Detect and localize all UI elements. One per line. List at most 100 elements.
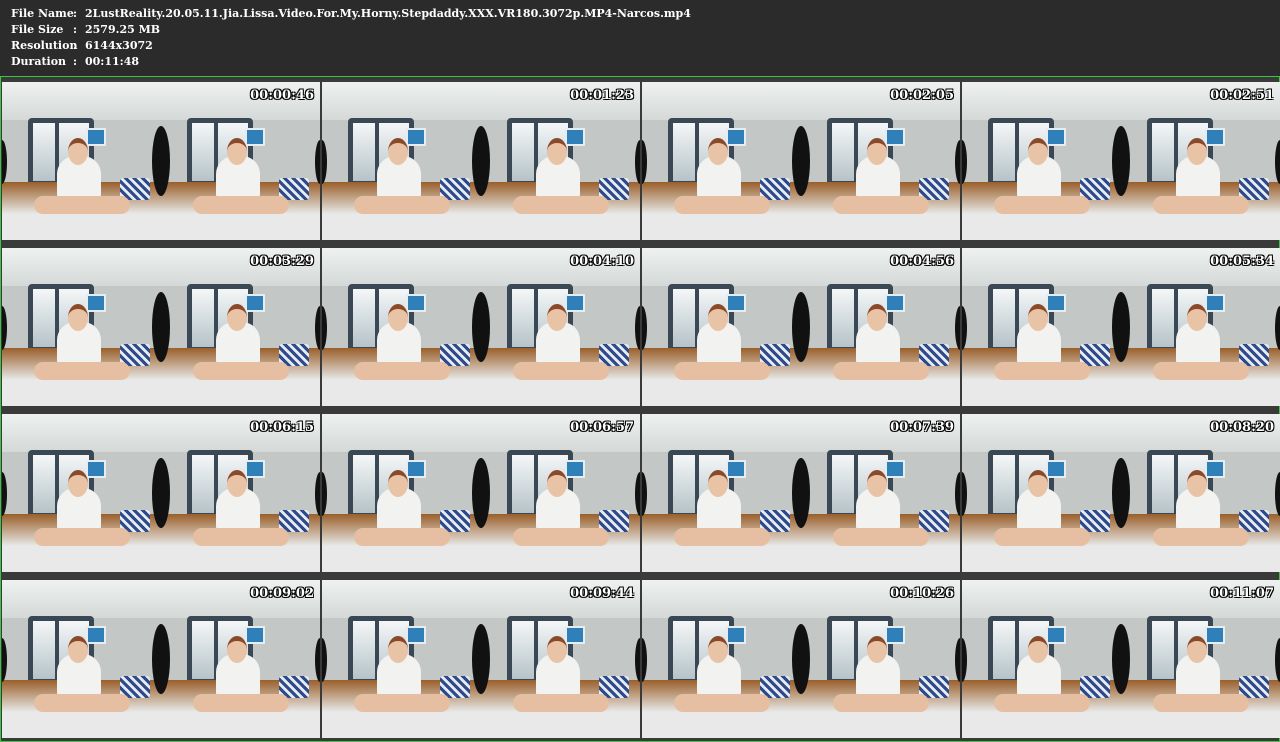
thumbnail-timestamp: 00:05:34 xyxy=(1210,254,1274,269)
thumbnail-grid: 00:00:46 00:01:23 00:02:05 00:02:51 00:03:29… xyxy=(0,76,1280,742)
painting xyxy=(1046,460,1066,478)
info-value: 6144x3072 xyxy=(85,39,153,52)
thumbnail-timestamp: 00:02:05 xyxy=(890,88,954,103)
stereo-view-right xyxy=(801,414,960,572)
thumbnail-timestamp: 00:06:57 xyxy=(570,420,634,435)
figure-legs xyxy=(193,196,289,214)
painting xyxy=(885,626,905,644)
stereo-view-right xyxy=(481,580,640,738)
lens-edge-right xyxy=(1275,638,1280,682)
figure-head xyxy=(708,304,728,331)
thumbnail-timestamp: 00:00:46 xyxy=(250,88,314,103)
figure-legs xyxy=(833,196,929,214)
figure-head xyxy=(68,470,88,497)
lens-edge-right xyxy=(1275,140,1280,184)
painting xyxy=(86,626,106,644)
info-separator: : xyxy=(73,39,78,52)
figure-head xyxy=(227,470,247,497)
figure-head xyxy=(1028,636,1048,663)
figure-head xyxy=(388,636,408,663)
stereo-view-right xyxy=(1121,414,1280,572)
painting xyxy=(726,128,746,146)
info-label: File Size xyxy=(11,23,64,36)
ceiling xyxy=(642,248,801,286)
video-thumbnail: 00:10:26 xyxy=(642,580,960,738)
thumbnail-timestamp: 00:09:44 xyxy=(570,586,634,601)
stereo-view-left xyxy=(642,580,801,738)
figure-head xyxy=(227,636,247,663)
lens-divider xyxy=(792,624,810,694)
lens-divider xyxy=(1112,126,1130,196)
thumbnail-timestamp: 00:01:23 xyxy=(570,88,634,103)
lens-edge-right xyxy=(315,140,320,184)
figure-head xyxy=(547,304,567,331)
figure-head xyxy=(68,636,88,663)
stereo-view-right xyxy=(481,82,640,240)
video-thumbnail: 00:08:20 xyxy=(962,414,1280,572)
figure-legs xyxy=(833,528,929,546)
ceiling xyxy=(642,82,801,120)
figure-head xyxy=(1187,636,1207,663)
stereo-view-right xyxy=(1121,580,1280,738)
painting xyxy=(245,128,265,146)
thumbnail-timestamp: 00:10:26 xyxy=(890,586,954,601)
figure-head xyxy=(1028,138,1048,165)
thumbnail-timestamp: 00:08:20 xyxy=(1210,420,1274,435)
lens-edge-right xyxy=(955,472,960,516)
figure-legs xyxy=(193,362,289,380)
figure-head xyxy=(68,138,88,165)
video-thumbnail: 00:03:29 xyxy=(2,248,320,406)
thumbnail-timestamp: 00:02:51 xyxy=(1210,88,1274,103)
thumbnail-timestamp: 00:09:02 xyxy=(250,586,314,601)
figure-legs xyxy=(34,694,130,712)
stereo-view-left xyxy=(962,580,1121,738)
lens-edge-right xyxy=(1275,472,1280,516)
stereo-view-right xyxy=(161,82,320,240)
info-value: 00:11:48 xyxy=(85,55,140,68)
figure-head xyxy=(388,304,408,331)
figure-head xyxy=(1187,138,1207,165)
video-thumbnail: 00:05:34 xyxy=(962,248,1280,406)
lens-edge-right xyxy=(315,638,320,682)
lens-edge-right xyxy=(955,140,960,184)
figure-head xyxy=(867,470,887,497)
info-separator: : xyxy=(73,55,78,68)
painting xyxy=(885,128,905,146)
lens-divider xyxy=(152,292,170,362)
painting xyxy=(1205,626,1225,644)
figure-head xyxy=(388,138,408,165)
ceiling xyxy=(962,82,1121,120)
lens-divider xyxy=(792,126,810,196)
figure-legs xyxy=(193,528,289,546)
ceiling xyxy=(2,580,161,618)
figure-head xyxy=(388,470,408,497)
video-thumbnail: 00:04:56 xyxy=(642,248,960,406)
painting xyxy=(406,460,426,478)
figure-head xyxy=(1028,304,1048,331)
figure-legs xyxy=(674,196,770,214)
ceiling xyxy=(642,414,801,452)
ceiling xyxy=(322,414,481,452)
stereo-view-left xyxy=(642,248,801,406)
video-thumbnail: 00:07:39 xyxy=(642,414,960,572)
figure-head xyxy=(1187,304,1207,331)
video-thumbnail: 00:09:44 xyxy=(322,580,640,738)
stereo-view-right xyxy=(1121,82,1280,240)
figure-head xyxy=(867,304,887,331)
lens-divider xyxy=(152,624,170,694)
stereo-view-left xyxy=(962,248,1121,406)
painting xyxy=(86,460,106,478)
painting xyxy=(565,626,585,644)
thumbnail-timestamp: 00:07:39 xyxy=(890,420,954,435)
ceiling xyxy=(642,580,801,618)
lens-edge-right xyxy=(315,306,320,350)
ceiling xyxy=(962,414,1121,452)
painting xyxy=(726,460,746,478)
lens-edge-right xyxy=(635,140,640,184)
figure-head xyxy=(68,304,88,331)
stereo-view-right xyxy=(801,248,960,406)
thumbnail-timestamp: 00:11:07 xyxy=(1210,586,1274,601)
stereo-view-right xyxy=(161,248,320,406)
ceiling xyxy=(2,248,161,286)
figure-legs xyxy=(1153,694,1249,712)
